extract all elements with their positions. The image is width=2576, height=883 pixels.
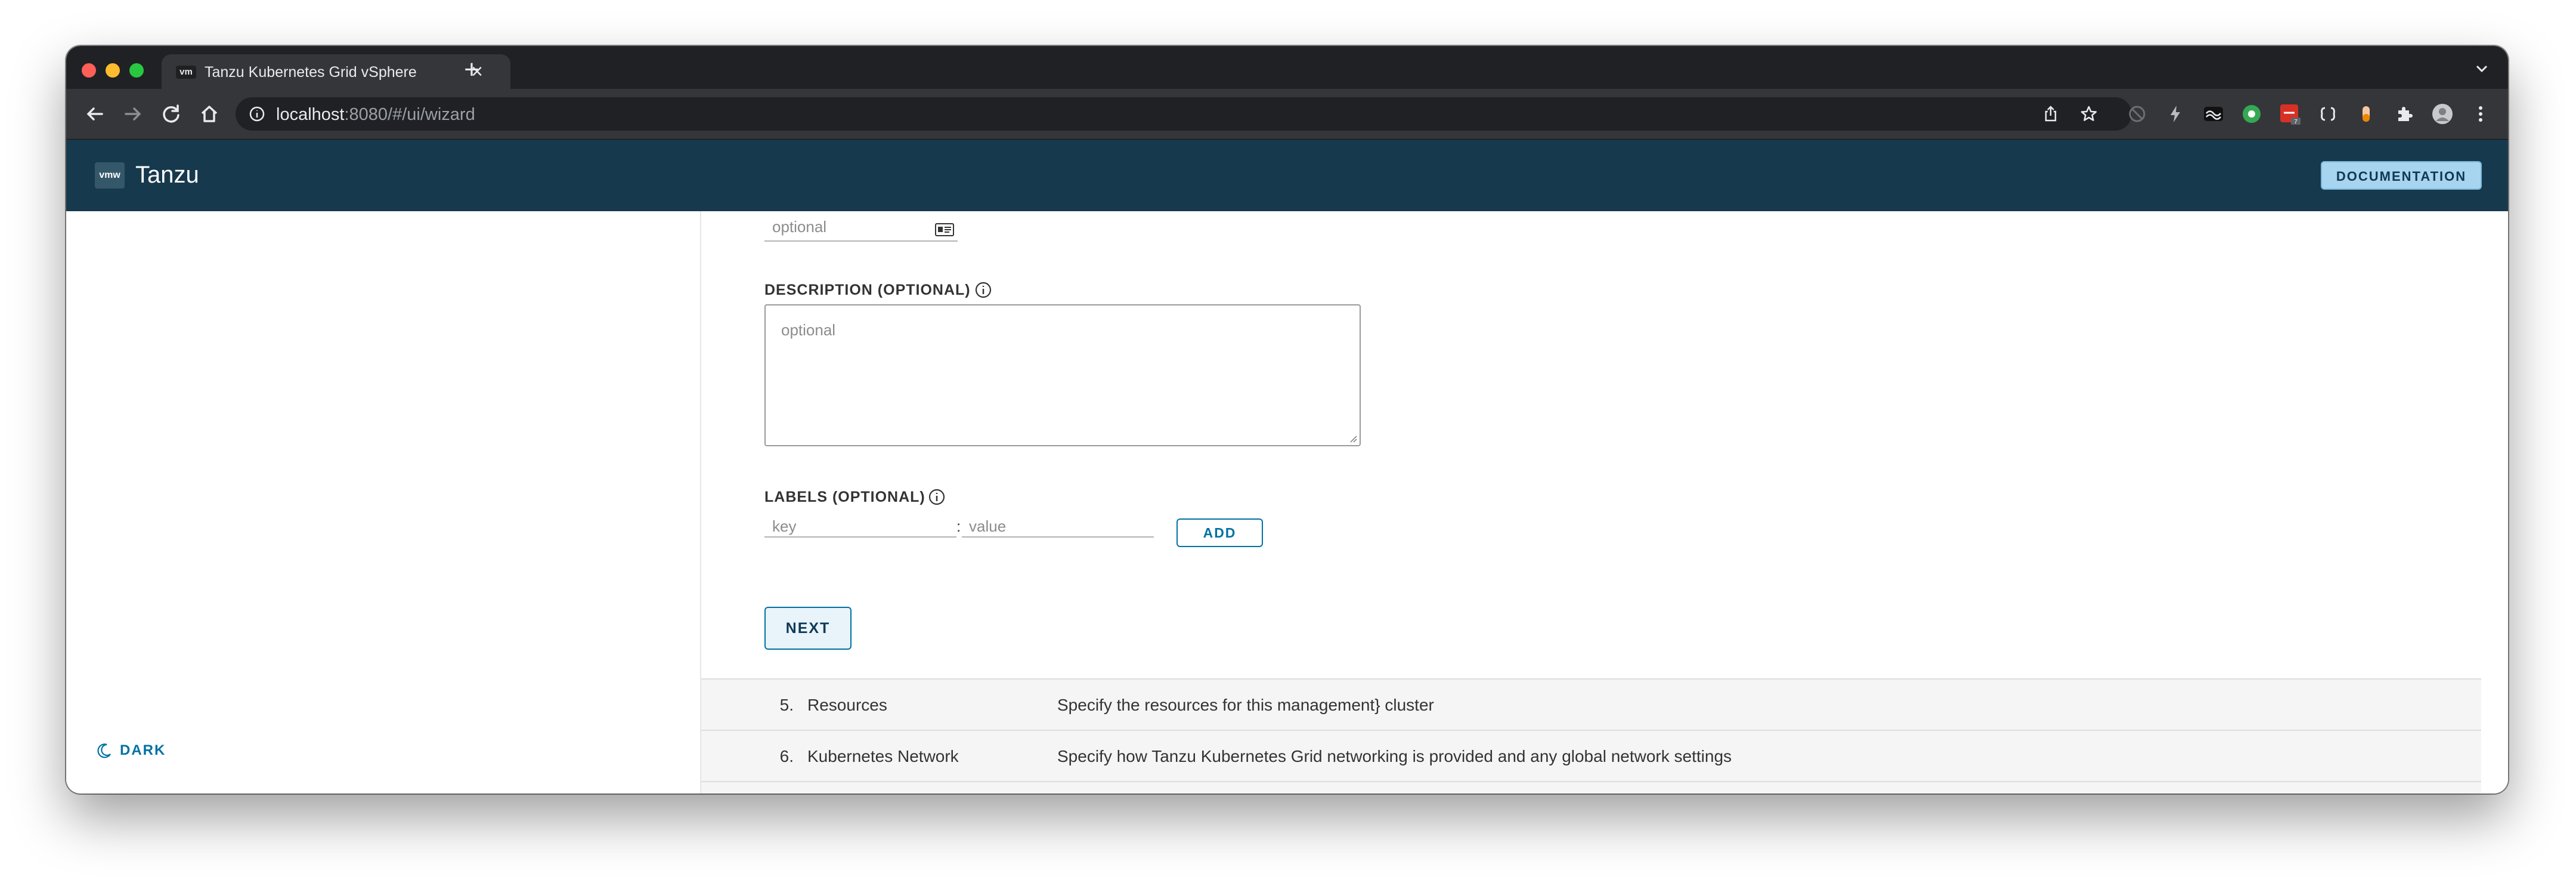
step-name: Kubernetes Network [807, 747, 959, 765]
app-header: vmw Tanzu [66, 140, 2508, 211]
step-description: Specify the resources for this managemen… [1057, 696, 1434, 714]
browser-window: vm Tanzu Kubernetes Grid vSphere × + loc… [66, 46, 2508, 794]
name-field-placeholder: optional [772, 218, 827, 236]
green-extension-icon[interactable] [2241, 103, 2262, 125]
url-host: localhost [276, 105, 345, 124]
blocked-extension-icon[interactable] [2126, 103, 2148, 125]
url-text: localhost:8080/#/ui/wizard [276, 106, 475, 124]
label-key-placeholder: key [772, 517, 797, 535]
close-window-button[interactable] [82, 63, 96, 78]
browser-tab[interactable]: vm Tanzu Kubernetes Grid vSphere × [162, 54, 510, 89]
tab-strip: vm Tanzu Kubernetes Grid vSphere × + [66, 46, 2508, 89]
red-extension-icon[interactable]: 7 [2279, 103, 2301, 125]
info-icon[interactable] [975, 282, 992, 298]
dark-mode-label: DARK [120, 742, 166, 758]
info-icon[interactable] [928, 489, 945, 505]
tab-search-chevron-icon[interactable] [2472, 59, 2491, 78]
back-arrow-icon[interactable] [82, 101, 108, 127]
site-info-icon[interactable] [247, 104, 267, 124]
id-card-icon[interactable] [935, 223, 954, 237]
next-button[interactable]: NEXT [764, 607, 852, 650]
step-number: 6. [779, 747, 794, 765]
reload-icon[interactable] [158, 101, 184, 127]
share-icon[interactable] [2041, 104, 2060, 124]
puzzle-extension-icon[interactable] [2394, 103, 2415, 125]
labels-label: LABELS (OPTIONAL) [764, 489, 925, 505]
maximize-window-button[interactable] [129, 63, 144, 78]
step-description: Specify how Tanzu Kubernetes Grid networ… [1057, 747, 1732, 765]
vmware-favicon-icon: vm [176, 66, 196, 79]
label-separator: : [956, 517, 961, 535]
wizard-step-kubernetes-network[interactable]: 6. Kubernetes Network Specify how Tanzu … [701, 730, 2481, 782]
label-value-placeholder: value [969, 517, 1007, 535]
red-extension-badge: 7 [2294, 119, 2298, 125]
pill-extension-icon[interactable] [2355, 103, 2377, 125]
home-icon[interactable] [196, 101, 222, 127]
menu-dots-icon[interactable] [2470, 103, 2491, 125]
browser-toolbar: localhost:8080/#/ui/wizard 7 [66, 89, 2508, 140]
description-label: DESCRIPTION (OPTIONAL) [764, 282, 971, 298]
tab-title: Tanzu Kubernetes Grid vSphere [205, 64, 417, 80]
documentation-button[interactable]: DOCUMENTATION [2321, 161, 2482, 190]
url-path: :8080/#/ui/wizard [344, 105, 475, 124]
description-textarea[interactable]: optional [764, 304, 1361, 446]
address-bar[interactable]: localhost:8080/#/ui/wizard [236, 97, 2132, 131]
brand-title: Tanzu [135, 162, 199, 188]
lightning-extension-icon[interactable] [2165, 103, 2186, 125]
wizard-step-resources[interactable]: 5. Resources Specify the resources for t… [701, 678, 2481, 731]
vmware-logo: vmw [95, 162, 125, 189]
code-extension-icon[interactable] [2317, 103, 2339, 125]
wave-extension-icon[interactable] [2203, 103, 2224, 125]
left-sidebar: DARK [66, 211, 701, 794]
add-label-button[interactable]: ADD [1176, 518, 1263, 547]
forward-arrow-icon[interactable] [120, 101, 146, 127]
wizard-step-next-partial [701, 781, 2481, 794]
bookmark-star-icon[interactable] [2079, 104, 2098, 124]
moon-icon [97, 743, 111, 758]
minimize-window-button[interactable] [106, 63, 120, 78]
new-tab-button[interactable]: + [460, 57, 484, 83]
step-number: 5. [779, 696, 794, 714]
description-placeholder: optional [781, 321, 836, 339]
resize-handle-icon[interactable] [1349, 434, 1357, 443]
profile-avatar[interactable] [2432, 103, 2453, 125]
step-name: Resources [807, 696, 887, 714]
